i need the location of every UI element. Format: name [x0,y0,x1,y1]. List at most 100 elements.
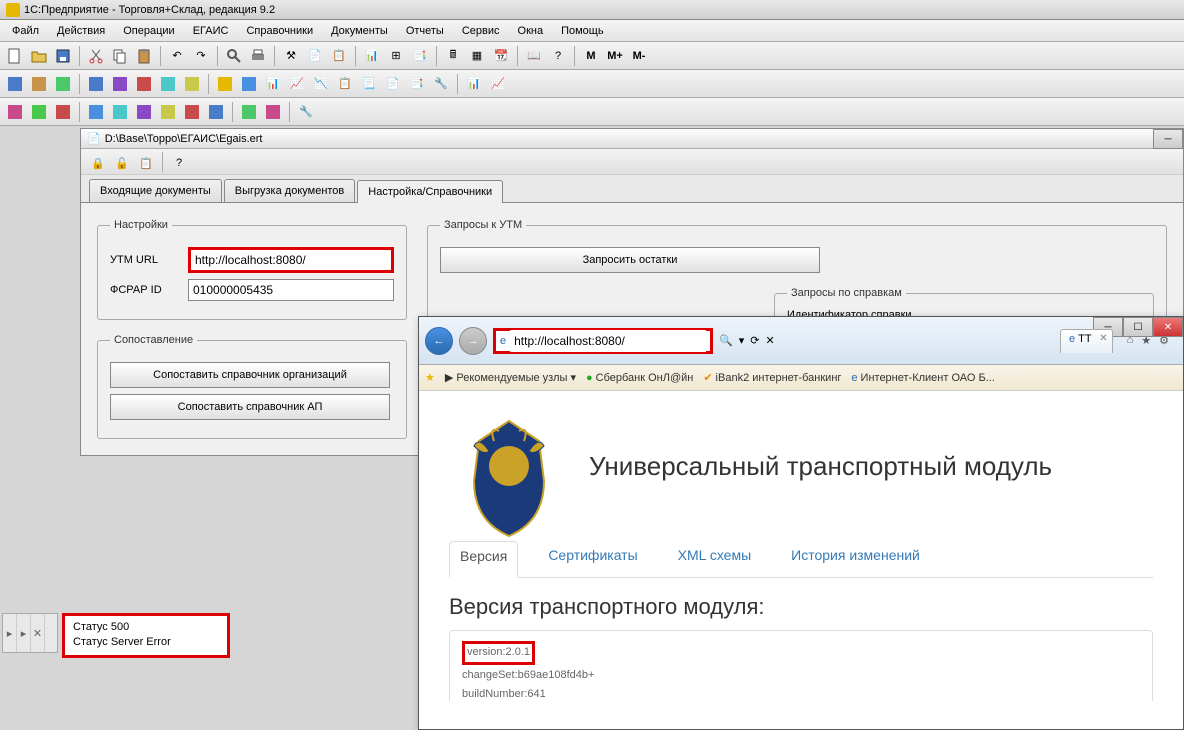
tool-icon[interactable]: 📈 [487,73,509,95]
tab-export[interactable]: Выгрузка документов [224,179,356,202]
fsrar-input[interactable] [188,279,394,301]
new-doc-icon[interactable] [4,45,26,67]
tool-icon[interactable] [52,101,74,123]
calc-icon[interactable]: 🖩 [442,45,464,67]
book-icon[interactable]: 📖 [523,45,545,67]
tool-icon[interactable]: 📉 [310,73,332,95]
tool-icon[interactable]: 📆 [490,45,512,67]
request-stock-button[interactable]: Запросить остатки [440,247,820,273]
help-icon[interactable]: ? [547,45,569,67]
tool-icon[interactable]: 📊 [463,73,485,95]
utm-tab-version[interactable]: Версия [449,541,518,578]
tool-icon[interactable] [157,73,179,95]
tool-icon[interactable]: 📋 [135,152,157,174]
utm-url-input[interactable] [191,250,391,270]
copy-icon[interactable] [109,45,131,67]
strip-btn[interactable]: ▸ [3,614,17,652]
menu-egais[interactable]: ЕГАИС [185,22,237,39]
tab-settings[interactable]: Настройка/Справочники [357,180,503,203]
tool-icon[interactable]: 🔧 [430,73,452,95]
tool-icon[interactable]: 🔒 [87,152,109,174]
utm-tab-certs[interactable]: Сертификаты [538,541,647,569]
tool-icon[interactable] [4,101,26,123]
menu-file[interactable]: Файл [4,22,47,39]
tool-icon[interactable]: ⊞ [385,45,407,67]
tool-icon[interactable] [181,101,203,123]
tool-icon[interactable] [133,73,155,95]
compare-ap-button[interactable]: Сопоставить справочник АП [110,394,390,420]
undo-icon[interactable]: ↶ [166,45,188,67]
tool-icon[interactable] [133,101,155,123]
stop-icon[interactable]: ✕ [765,334,774,347]
ie-close-icon[interactable]: ✕ [1153,317,1183,337]
fav-sberbank[interactable]: ●Сбербанк ОнЛ@йн [586,372,693,384]
tool-icon[interactable] [205,101,227,123]
tool-icon[interactable] [109,101,131,123]
fav-suggested[interactable]: ▶ Рекомендуемые узлы ▾ [445,371,576,384]
redo-icon[interactable]: ↷ [190,45,212,67]
tool-icon[interactable]: 📋 [328,45,350,67]
tool-icon[interactable]: 🔓 [111,152,133,174]
tool-icon[interactable] [28,73,50,95]
ie-max-icon[interactable]: ☐ [1123,317,1153,337]
print-icon[interactable] [247,45,269,67]
tab-close-icon[interactable]: ✕ [1099,333,1107,344]
open-icon[interactable] [28,45,50,67]
doc-min-icon[interactable]: ─ [1153,129,1183,149]
tool-icon[interactable]: 📑 [406,73,428,95]
tool-icon[interactable] [238,73,260,95]
menu-service[interactable]: Сервис [454,22,508,39]
tab-incoming[interactable]: Входящие документы [89,179,222,202]
m-btn[interactable]: M [580,45,602,67]
tool-icon[interactable]: 🔧 [295,101,317,123]
paste-icon[interactable] [133,45,155,67]
back-icon[interactable]: ← [425,327,453,355]
tool-icon[interactable]: 📄 [304,45,326,67]
forward-icon[interactable]: → [459,327,487,355]
refresh-icon[interactable]: ⟳ [750,334,759,347]
m-minus-btn[interactable]: M- [628,45,650,67]
tool-icon[interactable]: 📈 [286,73,308,95]
tool-icon[interactable] [238,101,260,123]
tool-icon[interactable]: 📋 [334,73,356,95]
browser-tab[interactable]: e ТТ ✕ [1060,329,1113,353]
compare-org-button[interactable]: Сопоставить справочник организаций [110,362,390,388]
m-plus-btn[interactable]: M+ [604,45,626,67]
tool-icon[interactable] [157,101,179,123]
strip-btn[interactable]: ✕ [31,614,45,652]
tool-icon[interactable]: 📊 [262,73,284,95]
tool-icon[interactable] [85,101,107,123]
tool-icon[interactable]: ⚒ [280,45,302,67]
search-icon[interactable]: 🔍 [719,334,733,347]
url-bar[interactable]: e [493,328,713,354]
help-icon[interactable]: ? [168,152,190,174]
fav-bank[interactable]: eИнтернет-Клиент ОАО Б... [851,372,994,384]
cut-icon[interactable] [85,45,107,67]
fav-ibank[interactable]: ✔iBank2 интернет-банкинг [703,371,841,384]
find-icon[interactable] [223,45,245,67]
menu-catalogs[interactable]: Справочники [238,22,321,39]
url-input[interactable] [510,330,706,352]
tool-icon[interactable]: 📑 [409,45,431,67]
tool-icon[interactable] [262,101,284,123]
menu-documents[interactable]: Документы [323,22,396,39]
tool-icon[interactable] [28,101,50,123]
menu-operations[interactable]: Операции [115,22,182,39]
menu-windows[interactable]: Окна [510,22,552,39]
strip-btn[interactable]: ▸ [17,614,31,652]
tool-icon[interactable]: 📄 [382,73,404,95]
tool-icon[interactable] [181,73,203,95]
tool-icon[interactable] [52,73,74,95]
tool-icon[interactable] [4,73,26,95]
utm-tab-xml[interactable]: XML схемы [668,541,761,569]
tool-icon[interactable] [109,73,131,95]
tool-icon[interactable]: ▦ [466,45,488,67]
tool-icon[interactable]: 📊 [361,45,383,67]
menu-reports[interactable]: Отчеты [398,22,452,39]
menu-help[interactable]: Помощь [553,22,612,39]
save-icon[interactable] [52,45,74,67]
menu-actions[interactable]: Действия [49,22,113,39]
utm-tab-history[interactable]: История изменений [781,541,930,569]
tool-icon[interactable] [85,73,107,95]
fav-star-icon[interactable]: ★ [425,371,435,384]
